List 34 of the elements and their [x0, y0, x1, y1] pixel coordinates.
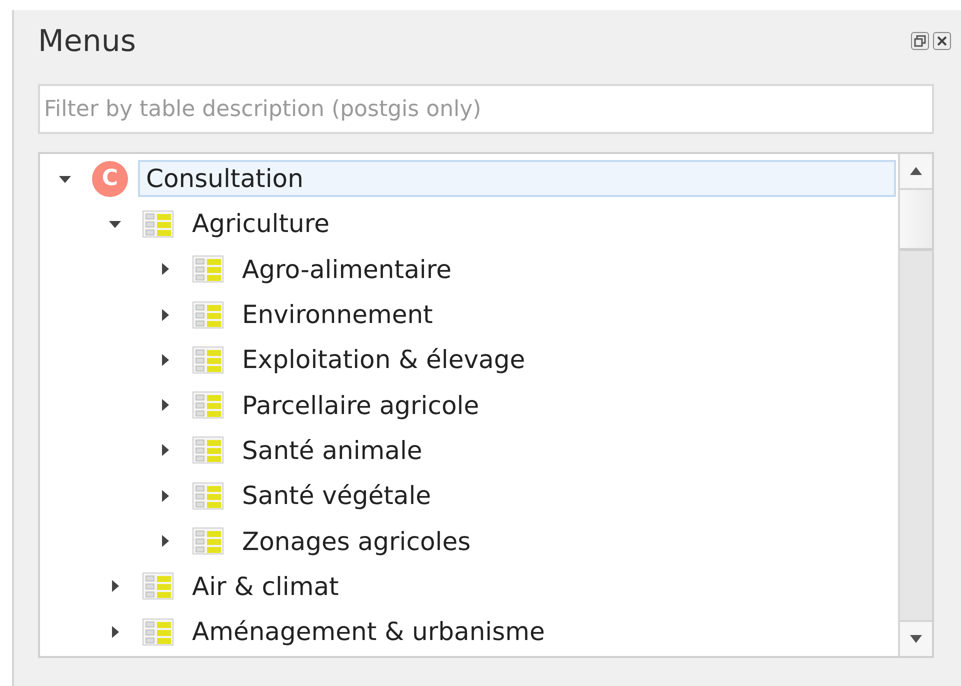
table-list-icon [192, 344, 224, 375]
table-list-icon [192, 526, 224, 556]
tree-item[interactable]: Aménagement & urbanisme [184, 613, 553, 650]
category-badge: C [92, 160, 128, 197]
tree-item[interactable]: Environnement [234, 296, 441, 334]
filter-field[interactable]: Filter by table description (postgis only) [38, 84, 934, 134]
float-button[interactable] [911, 32, 929, 50]
down-arrow-icon [909, 634, 923, 644]
table-list-icon [142, 616, 174, 647]
tree-item[interactable]: Exploitation & élevage [234, 341, 534, 378]
scroll-down-button[interactable] [900, 620, 932, 656]
table-list-icon [192, 254, 224, 284]
tree-item[interactable]: Parcellaire agricole [234, 386, 488, 424]
panel-title: Menus [38, 24, 136, 58]
tree-item[interactable]: Santé animale [234, 432, 430, 469]
tree-item[interactable]: Santé végétale [234, 477, 440, 514]
restore-icon [914, 35, 926, 47]
table-list-icon [192, 390, 224, 420]
tree-item[interactable]: Consultation [138, 160, 896, 198]
table-list-icon [192, 435, 224, 466]
scroll-up-button[interactable] [900, 154, 932, 190]
up-arrow-icon [909, 166, 923, 176]
table-list-icon [192, 300, 224, 330]
tree-item[interactable]: Zonages agricoles [234, 522, 479, 560]
tree-item[interactable]: Air & climat [184, 568, 347, 605]
close-icon [936, 35, 948, 47]
scrollbar[interactable] [898, 154, 932, 656]
tree-item[interactable]: Agro-alimentaire [234, 250, 460, 288]
close-button[interactable] [933, 32, 951, 50]
table-list-icon [142, 208, 174, 239]
table-list-icon [142, 571, 174, 602]
tree-item[interactable]: Agriculture [184, 205, 338, 242]
scrollbar-thumb[interactable] [900, 190, 932, 251]
table-list-icon [192, 480, 224, 511]
